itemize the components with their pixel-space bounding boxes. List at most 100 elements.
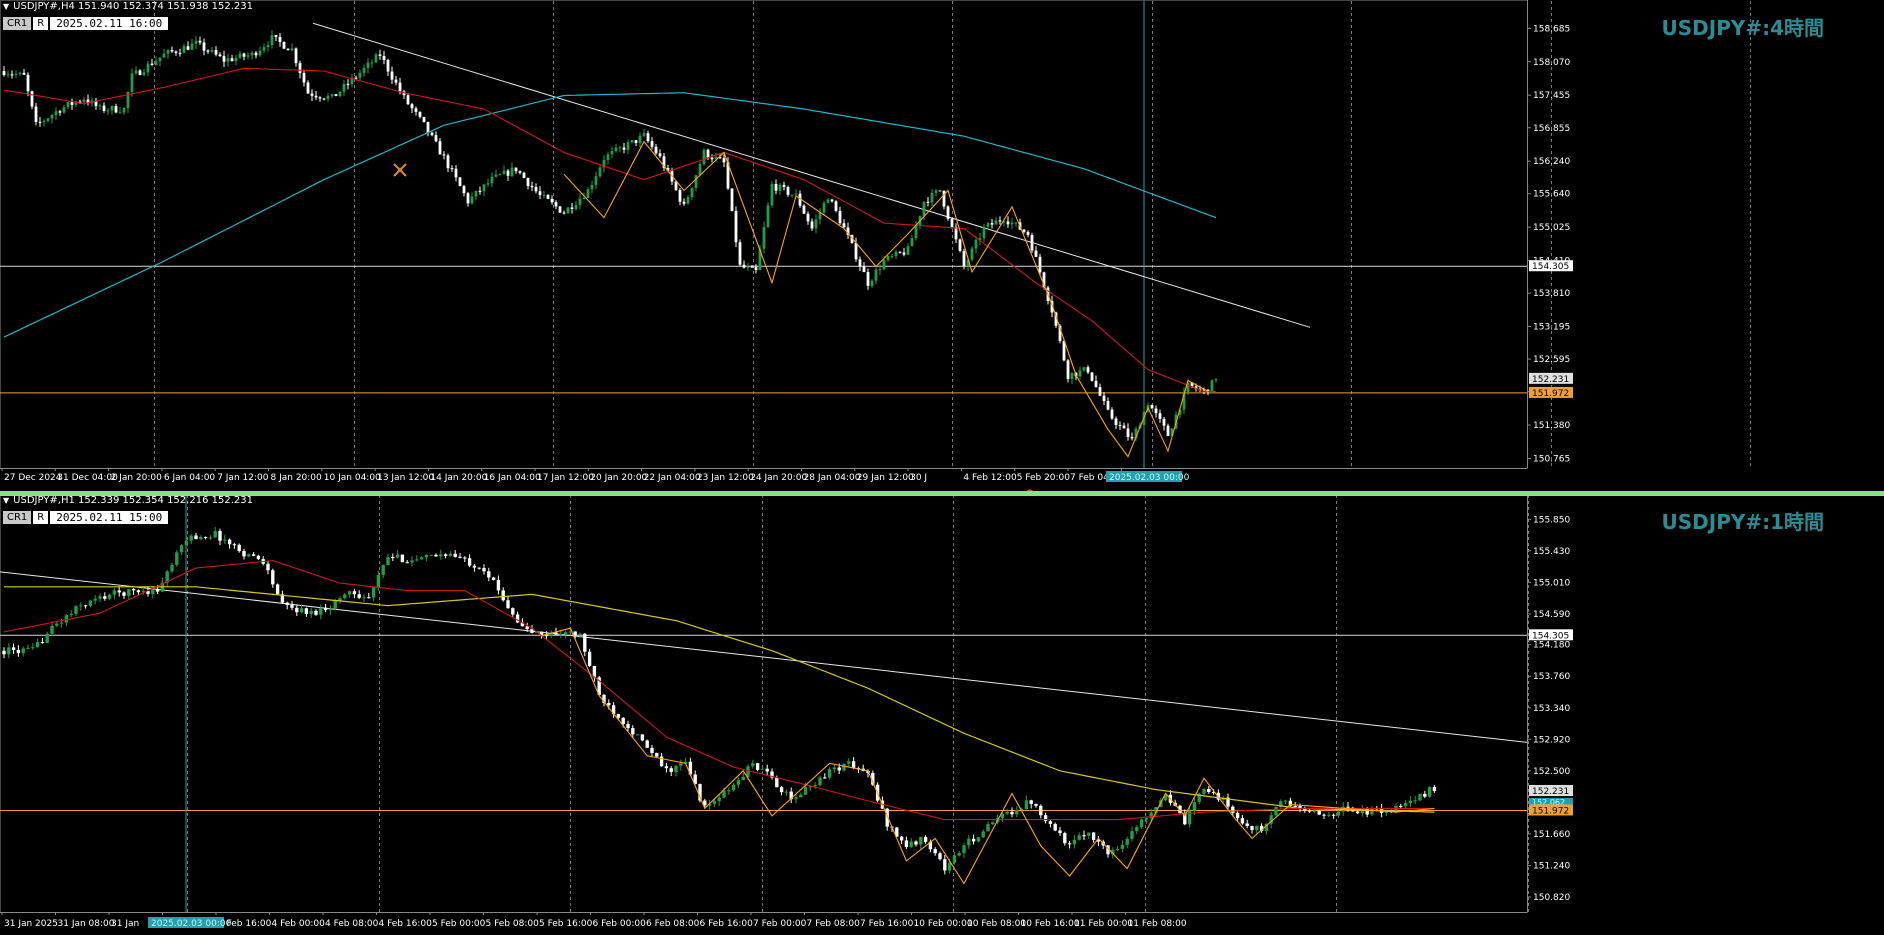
- candle-body: [1322, 814, 1326, 816]
- candle-body: [352, 591, 357, 595]
- panel-h4-toolbox[interactable]: CR1 R 2025.02.11 16:00: [3, 16, 169, 30]
- candle-body: [1240, 818, 1245, 824]
- candle-body: [894, 251, 898, 256]
- candle-body: [1082, 367, 1086, 371]
- time-label: 27 Dec 2024: [4, 473, 62, 483]
- candle-body: [570, 207, 574, 209]
- candle-body: [199, 536, 203, 540]
- candle-body: [826, 199, 830, 203]
- candles: [2, 526, 1437, 875]
- candle-body: [1135, 827, 1139, 832]
- candle-body: [31, 647, 35, 649]
- candle-body: [1255, 825, 1259, 830]
- candle-body: [496, 579, 501, 591]
- candle-body: [69, 613, 73, 616]
- candle-body: [314, 95, 318, 98]
- candle-body: [266, 563, 270, 571]
- price-label: 158.685: [1533, 24, 1570, 34]
- r-button[interactable]: R: [33, 510, 49, 524]
- cr1-button[interactable]: CR1: [3, 510, 32, 524]
- panel-h1-ohlc: USDJPY#,H1 152.339 152.354 152.216 152.2…: [13, 495, 253, 506]
- trendline: [312, 22, 1311, 328]
- candle-body: [275, 584, 280, 595]
- panel-collapse-icon[interactable]: ▼: [3, 0, 9, 14]
- candle-body: [93, 598, 97, 601]
- candle-body: [587, 651, 592, 666]
- current-price-label: 152.231: [1532, 787, 1569, 797]
- candle-body: [698, 164, 702, 176]
- candle-body: [234, 57, 238, 62]
- candle-body: [227, 539, 232, 545]
- candle-body: [754, 266, 758, 271]
- candle-body: [914, 841, 918, 845]
- object-marker-icon: [393, 163, 407, 177]
- candle-body: [904, 840, 909, 847]
- candle-body: [1070, 372, 1074, 380]
- candle-body: [189, 535, 193, 541]
- panel-collapse-icon[interactable]: ▼: [3, 494, 9, 508]
- candle-body: [58, 111, 62, 113]
- price-label: 151.380: [1533, 421, 1570, 431]
- candle-body: [206, 50, 210, 52]
- panel-h1-toolbox[interactable]: CR1 R 2025.02.11 15:00: [3, 510, 169, 524]
- panel-divider[interactable]: [0, 491, 1884, 496]
- r-button[interactable]: R: [33, 16, 49, 30]
- candle-body: [1072, 839, 1077, 845]
- candle-body: [952, 855, 957, 863]
- candle-body: [1077, 835, 1081, 840]
- candle-body: [882, 260, 886, 270]
- candle-body: [347, 591, 352, 595]
- candle-body: [478, 190, 482, 192]
- candle-body: [498, 174, 502, 176]
- candle-body: [131, 588, 136, 591]
- candle-body: [103, 596, 107, 599]
- panel-h1-symbol-line: ▼ USDJPY#,H1 152.339 152.354 152.216 152.…: [0, 494, 253, 508]
- candle-body: [357, 594, 361, 598]
- candle-body: [319, 607, 323, 615]
- candle-body: [851, 761, 856, 769]
- candle-body: [122, 592, 126, 596]
- candle-body: [631, 728, 635, 735]
- candle-body: [1331, 814, 1336, 816]
- cr1-button[interactable]: CR1: [3, 16, 32, 30]
- candle-body: [1235, 812, 1240, 819]
- candle-body: [454, 168, 458, 178]
- candle-body: [506, 170, 510, 176]
- candle-body: [354, 77, 358, 79]
- candle-body: [429, 554, 433, 556]
- candle-body: [741, 776, 745, 781]
- candle-body: [114, 105, 118, 113]
- candle-body: [794, 193, 798, 195]
- candle-body: [406, 95, 410, 105]
- candle-body: [554, 202, 558, 207]
- candle-body: [755, 763, 760, 770]
- chart-canvas[interactable]: 158.685 158.070 157.455 156.855 156.240 155.6…: [0, 0, 1884, 931]
- candle-body: [371, 587, 376, 598]
- candle-body: [858, 259, 862, 267]
- candle-body: [786, 186, 790, 195]
- candle-body: [958, 239, 962, 251]
- candle-body: [534, 187, 538, 192]
- hline-white-label: 154.305: [1532, 631, 1569, 641]
- candle-body: [491, 577, 496, 580]
- time-label: 5 Feb 08:00: [486, 919, 540, 929]
- candle-body: [1307, 810, 1312, 812]
- candle-body: [1114, 418, 1118, 426]
- candle-body: [1166, 425, 1170, 436]
- candle-body: [970, 248, 974, 260]
- candle-body: [1336, 811, 1341, 816]
- candle-body: [110, 105, 114, 111]
- candle-body: [1078, 370, 1082, 377]
- candle-body: [208, 537, 213, 539]
- candle-body: [618, 147, 622, 149]
- candle-body: [410, 104, 414, 109]
- candle-body: [367, 597, 371, 599]
- candle-body: [947, 862, 952, 871]
- candle-body: [1115, 848, 1120, 850]
- candle-body: [822, 202, 826, 213]
- candle-body: [706, 149, 710, 158]
- time-label: 10 Feb 16:00: [1021, 919, 1080, 929]
- candle-body: [424, 554, 429, 558]
- candle-body: [1005, 812, 1009, 814]
- candle-body: [182, 46, 186, 53]
